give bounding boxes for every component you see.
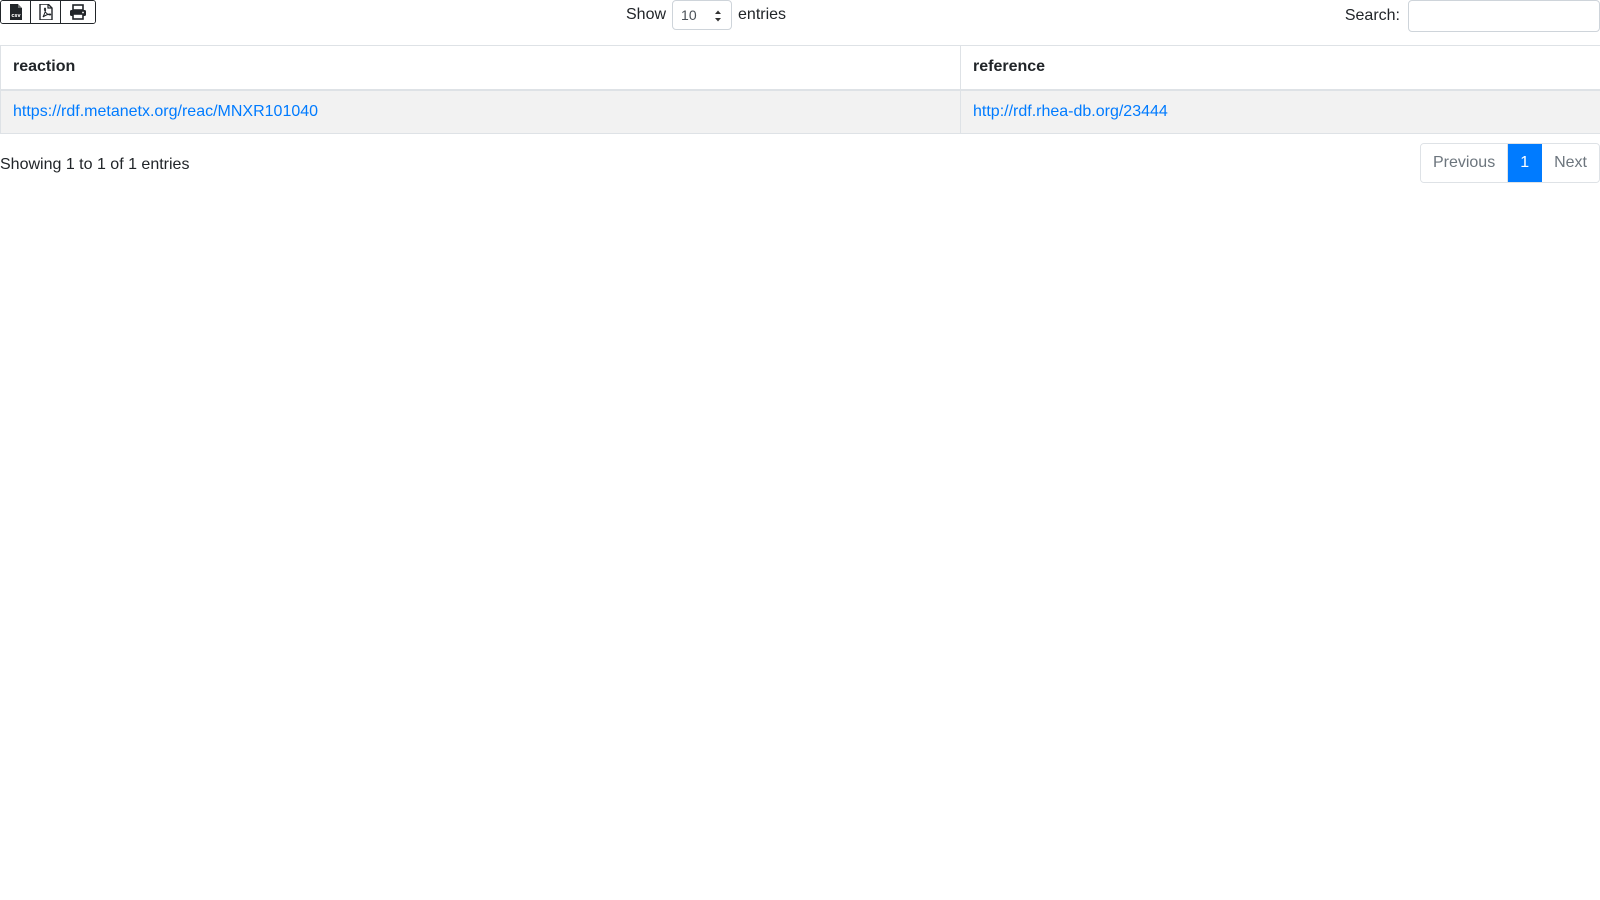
pdf-file-icon [38, 4, 53, 20]
table-row: https://rdf.metanetx.org/reac/MNXR101040… [0, 89, 1600, 134]
page-length-value: 10 [681, 7, 697, 23]
show-label: Show [626, 6, 667, 23]
table-cell-reaction: https://rdf.metanetx.org/reac/MNXR101040 [0, 89, 961, 134]
next-page-button[interactable]: Next [1542, 144, 1599, 182]
select-arrows-icon [715, 10, 722, 22]
pdf-export-button[interactable] [31, 1, 61, 23]
entries-label: entries [738, 6, 787, 23]
page-length-select[interactable]: 10 [672, 0, 733, 30]
print-button[interactable] [61, 1, 95, 23]
results-table: reaction reference https://rdf.metanetx.… [0, 45, 1600, 134]
search-input[interactable] [1408, 0, 1600, 32]
export-button-group: csv [0, 0, 96, 24]
reaction-link[interactable]: https://rdf.metanetx.org/reac/MNXR101040 [13, 103, 318, 120]
page-1-button[interactable]: 1 [1508, 144, 1543, 182]
search-label: Search: [1344, 7, 1400, 24]
column-header-reference[interactable]: reference [960, 45, 1600, 91]
table-info: Showing 1 to 1 of 1 entries [0, 156, 190, 173]
pagination: Previous 1 Next [1419, 143, 1600, 183]
page: csv Show 10 entries Search: reaction ref… [0, 0, 1600, 900]
print-icon [70, 4, 86, 20]
table-cell-reference: http://rdf.rhea-db.org/23444 [960, 89, 1600, 134]
table-header-row: reaction reference [0, 45, 1600, 91]
page-length-control: Show 10 entries [626, 0, 786, 30]
previous-page-button[interactable]: Previous [1420, 144, 1509, 182]
search-control: Search: [1345, 0, 1600, 32]
svg-text:csv: csv [11, 13, 21, 19]
reference-link[interactable]: http://rdf.rhea-db.org/23444 [973, 103, 1168, 120]
csv-export-button[interactable]: csv [1, 1, 31, 23]
csv-file-icon: csv [9, 4, 22, 20]
column-header-reaction[interactable]: reaction [0, 45, 961, 91]
